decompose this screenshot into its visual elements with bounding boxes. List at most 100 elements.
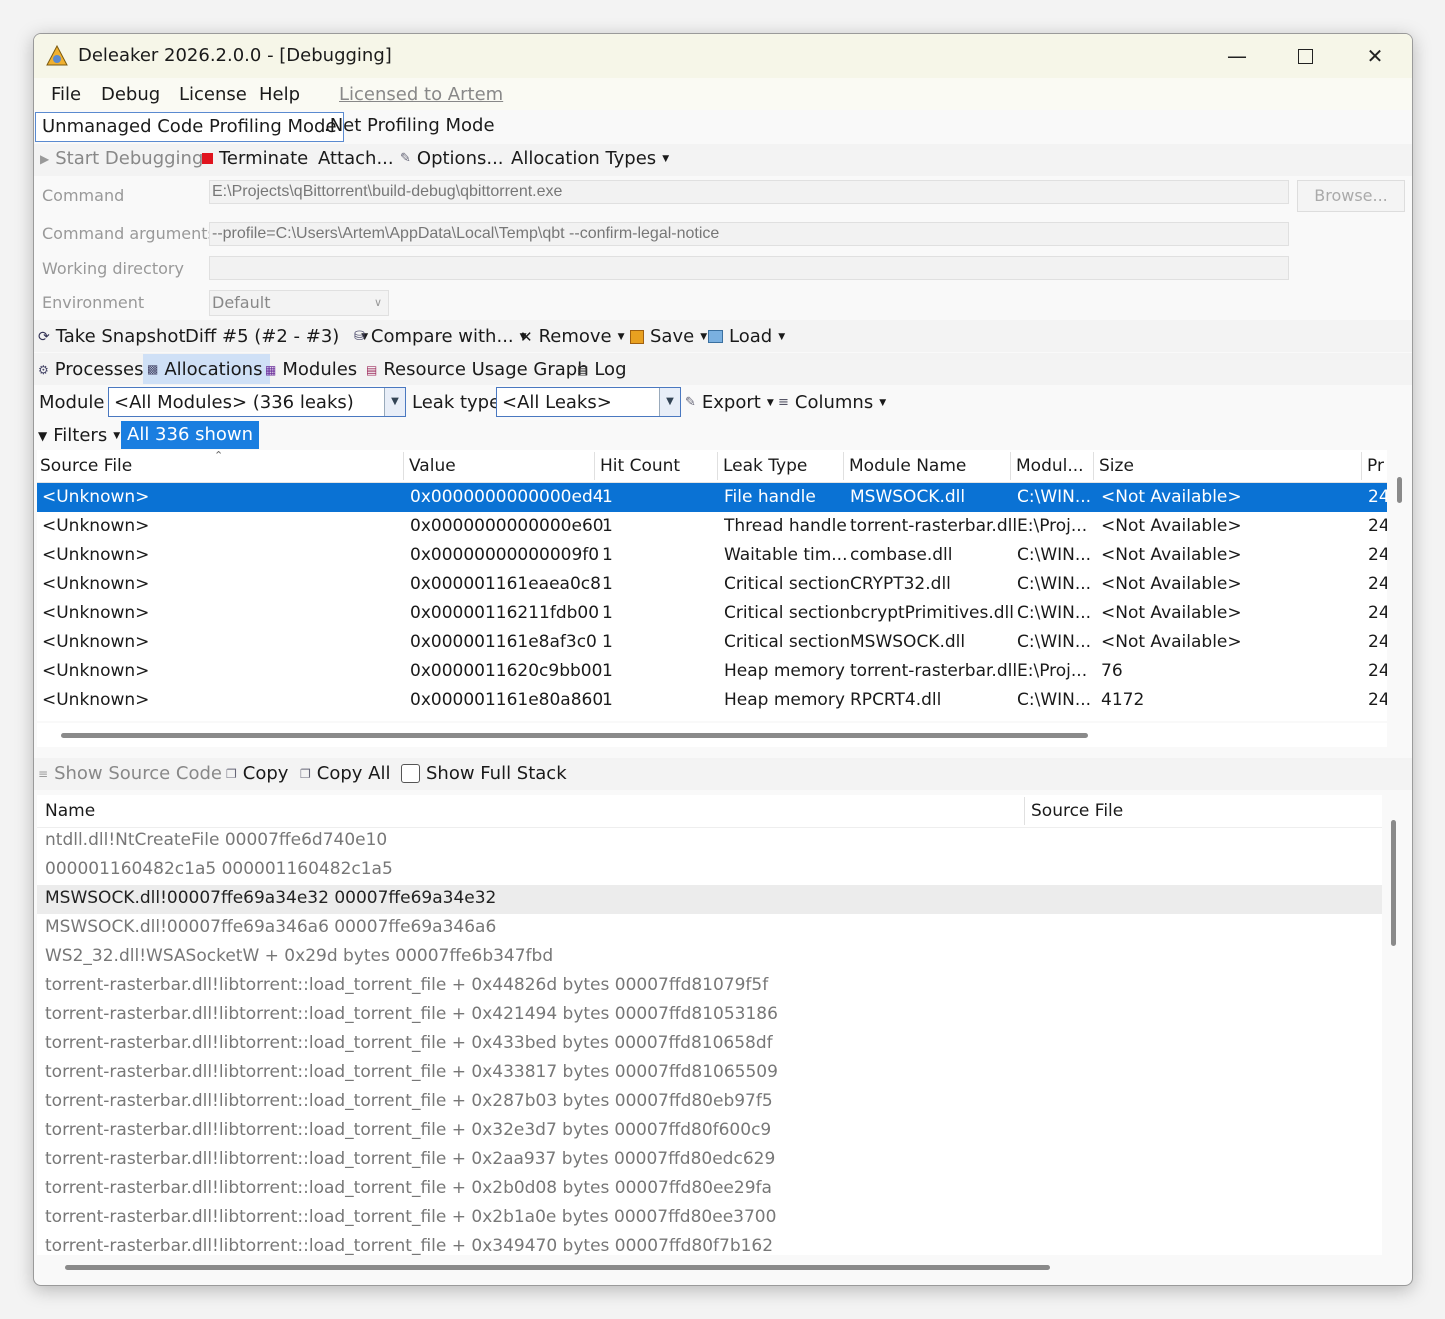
cell-module-name: MSWSOCK.dll [850, 487, 966, 507]
attach-label: Attach... [318, 148, 394, 169]
col-module-path[interactable]: Modul... [1016, 456, 1084, 476]
stack-horizontal-scrollbar[interactable] [65, 1265, 1050, 1270]
compare-with-button[interactable]: ⛁ Compare with... ▼ [354, 326, 527, 347]
list-item[interactable]: torrent-rasterbar.dll!libtorrent::load_t… [37, 1117, 1382, 1146]
list-item[interactable]: torrent-rasterbar.dll!libtorrent::load_t… [37, 1233, 1382, 1255]
menu-help[interactable]: Help [259, 84, 300, 105]
module-select[interactable]: <All Modules> (336 leaks) ▼ [108, 387, 406, 417]
tab-log[interactable]: ▤ Log [577, 359, 627, 380]
menu-license[interactable]: License [179, 84, 247, 105]
menu-debug[interactable]: Debug [101, 84, 160, 105]
col-value[interactable]: Value [409, 456, 456, 476]
working-directory-field[interactable] [209, 256, 1289, 280]
show-full-stack-label: Show Full Stack [426, 763, 567, 784]
export-button[interactable]: ✎ Export ▼ [685, 392, 774, 413]
remove-button[interactable]: ✕ Remove ▼ [520, 326, 625, 347]
graph-icon: ▤ [366, 362, 378, 377]
list-item[interactable]: ntdll.dll!NtCreateFile 00007ffe6d740e10 [37, 827, 1382, 856]
checkbox[interactable] [401, 764, 420, 783]
list-item[interactable]: torrent-rasterbar.dll!libtorrent::load_t… [37, 1146, 1382, 1175]
col-module-name[interactable]: Module Name [849, 456, 966, 476]
cell-source-file: <Unknown> [42, 632, 150, 652]
stack-frame-name: WS2_32.dll!WSASocketW + 0x29d bytes 0000… [45, 946, 554, 966]
list-item[interactable]: torrent-rasterbar.dll!libtorrent::load_t… [37, 1088, 1382, 1117]
table-row[interactable]: <Unknown> 0x00000000000009f0 1 Waitable … [37, 541, 1387, 570]
licensed-to-link[interactable]: Licensed to Artem [339, 84, 503, 105]
table-row[interactable]: <Unknown> 0x000001161e8af3c0 1 Critical … [37, 628, 1387, 657]
diff-selector[interactable]: Diff #5 (#2 - #3) ▼ [185, 326, 368, 347]
cell-process: 24 [1368, 661, 1387, 681]
allocation-types-dropdown[interactable]: Allocation Types ▼ [511, 148, 669, 169]
list-item[interactable]: 000001160482c1a5 000001160482c1a5 [37, 856, 1382, 885]
cell-hit-count: 1 [602, 632, 613, 652]
compare-icon: ⛁ [354, 329, 365, 344]
table-row[interactable]: <Unknown> 0x0000000000000ed4 1 File hand… [37, 483, 1387, 512]
col-source-file[interactable]: Source File [40, 456, 132, 476]
table-row[interactable]: <Unknown> 0x00000116211fdb00 1 Critical … [37, 599, 1387, 628]
tab-unmanaged-mode[interactable]: Unmanaged Code Profiling Mode [35, 112, 344, 142]
list-item[interactable]: torrent-rasterbar.dll!libtorrent::load_t… [37, 1175, 1382, 1204]
list-item[interactable]: torrent-rasterbar.dll!libtorrent::load_t… [37, 1059, 1382, 1088]
stack-frame-name: ntdll.dll!NtCreateFile 00007ffe6d740e10 [45, 830, 388, 850]
attach-button[interactable]: Attach... [318, 148, 394, 169]
options-button[interactable]: ✎ Options... [400, 148, 504, 169]
col-process[interactable]: Pr [1367, 456, 1387, 476]
tab-net-mode[interactable]: .Net Profiling Mode [318, 112, 501, 140]
allocations-grid: <Unknown> 0x0000000000000ed4 1 File hand… [37, 483, 1387, 721]
copy-icon: ❐ [226, 766, 237, 781]
table-row[interactable]: <Unknown> 0x000001161eaea0c8 1 Critical … [37, 570, 1387, 599]
list-item[interactable]: WS2_32.dll!WSASocketW + 0x29d bytes 0000… [37, 943, 1382, 972]
tab-resource-usage-graph[interactable]: ▤ Resource Usage Graph [366, 359, 589, 380]
col-hit-count[interactable]: Hit Count [600, 456, 680, 476]
take-snapshot-button[interactable]: ⟳ Take Snapshot [38, 326, 186, 347]
tab-allocations[interactable]: ▩ Allocations [143, 354, 271, 384]
grid-vertical-scrollbar[interactable] [1397, 477, 1402, 503]
show-source-code-button[interactable]: ≡ Show Source Code [38, 763, 222, 784]
command-field[interactable]: E:\Projects\qBittorrent\build-debug\qbit… [209, 180, 1289, 204]
maximize-button[interactable] [1272, 34, 1338, 78]
load-button[interactable]: Load ▼ [708, 326, 785, 347]
cell-module-name: torrent-rasterbar.dll [850, 661, 1018, 681]
stack-frame-name: torrent-rasterbar.dll!libtorrent::load_t… [45, 1091, 773, 1111]
table-row[interactable]: <Unknown> 0x0000011620c9bb00 1 Heap memo… [37, 657, 1387, 686]
filter-status-badge[interactable]: All 336 shown [121, 421, 260, 449]
filters-dropdown[interactable]: ▼ Filters ▼ [38, 425, 120, 446]
col-stack-source-file[interactable]: Source File [1031, 801, 1123, 821]
terminate-button[interactable]: Terminate [202, 148, 308, 169]
col-name[interactable]: Name [45, 801, 95, 821]
close-button[interactable]: ✕ [1342, 34, 1408, 78]
close-icon: ✕ [1366, 44, 1384, 68]
menu-file[interactable]: File [51, 84, 81, 105]
browse-button[interactable]: Browse... [1297, 180, 1405, 212]
module-select-value: <All Modules> (336 leaks) [114, 392, 354, 413]
list-item[interactable]: torrent-rasterbar.dll!libtorrent::load_t… [37, 1204, 1382, 1233]
list-item[interactable]: MSWSOCK.dll!00007ffe69a346a6 00007ffe69a… [37, 914, 1382, 943]
copy-all-button[interactable]: ❐ Copy All [300, 763, 390, 784]
save-button[interactable]: Save ▼ [630, 326, 707, 347]
start-debugging-button[interactable]: ▶ Start Debugging [40, 148, 203, 169]
command-arguments-field[interactable]: --profile=C:\Users\Artem\AppData\Local\T… [209, 222, 1289, 246]
environment-select[interactable]: Default ∨ [209, 290, 389, 316]
dropdown-arrow-icon: ▼ [778, 331, 786, 342]
grid-horizontal-scrollbar[interactable] [61, 733, 1088, 738]
tab-allocations-label: Allocations [164, 358, 263, 380]
columns-button[interactable]: ≡ Columns ▼ [778, 392, 886, 413]
tab-processes[interactable]: ⚙ Processes [38, 359, 144, 380]
col-leak-type[interactable]: Leak Type [723, 456, 807, 476]
cell-value: 0x00000116211fdb00 [410, 603, 600, 623]
col-size[interactable]: Size [1099, 456, 1134, 476]
table-row[interactable]: <Unknown> 0x000001161e80a860 1 Heap memo… [37, 686, 1387, 715]
list-item[interactable]: torrent-rasterbar.dll!libtorrent::load_t… [37, 972, 1382, 1001]
show-full-stack-toggle[interactable]: Show Full Stack [401, 763, 567, 784]
command-label: Command [42, 186, 125, 205]
list-item[interactable]: torrent-rasterbar.dll!libtorrent::load_t… [37, 1001, 1382, 1030]
dropdown-arrow-icon: ▼ [879, 397, 887, 408]
list-item[interactable]: MSWSOCK.dll!00007ffe69a34e32 00007ffe69a… [37, 885, 1382, 914]
stack-vertical-scrollbar[interactable] [1391, 820, 1396, 946]
list-item[interactable]: torrent-rasterbar.dll!libtorrent::load_t… [37, 1030, 1382, 1059]
tab-modules[interactable]: ▦ Modules [265, 359, 357, 380]
table-row[interactable]: <Unknown> 0x0000000000000e60 1 Thread ha… [37, 512, 1387, 541]
minimize-button[interactable]: — [1204, 34, 1270, 78]
copy-button[interactable]: ❐ Copy [226, 763, 288, 784]
leak-type-select[interactable]: <All Leaks> ▼ [496, 387, 681, 417]
